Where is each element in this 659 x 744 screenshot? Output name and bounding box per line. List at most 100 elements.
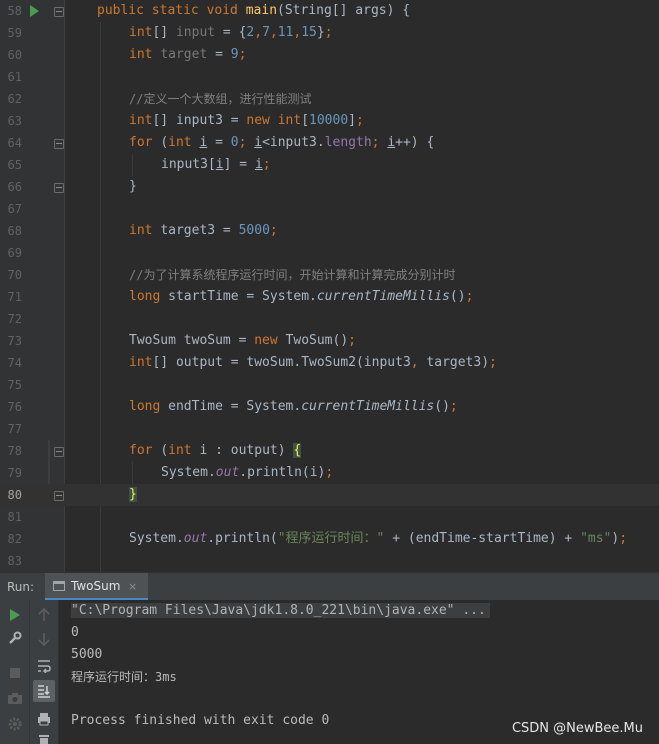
code-line-66[interactable]: 66 } (0, 176, 659, 198)
arrow-up-icon[interactable] (38, 608, 50, 622)
run-gutter-icon[interactable] (30, 5, 39, 17)
line-number: 67 (7, 202, 22, 216)
code-line-67[interactable]: 67 (0, 198, 659, 220)
code-line-69[interactable]: 69 (0, 242, 659, 264)
code-line-75[interactable]: 75 (0, 374, 659, 396)
code-text: int[] output = twoSum.TwoSum2(input3, ta… (129, 355, 497, 370)
code-text: long startTime = System.currentTimeMilli… (129, 289, 474, 304)
code-line-60[interactable]: 60 int target = 9; (0, 44, 659, 66)
camera-icon[interactable] (7, 692, 23, 705)
trash-icon[interactable] (38, 735, 50, 744)
code-line-79[interactable]: 79 System.out.println(i); (0, 462, 659, 484)
code-line-82[interactable]: 82 System.out.println("程序运行时间：" + (endTi… (0, 528, 659, 550)
line-number: 62 (7, 92, 22, 106)
code-line-59[interactable]: 59 int[] input = {2,7,11,15}; (0, 22, 659, 44)
code-line-62[interactable]: 62 //定义一个大数组，进行性能测试 (0, 88, 659, 110)
code-line-80[interactable]: 80 } (0, 484, 659, 506)
line-number: 69 (7, 246, 22, 260)
line-number: 73 (7, 334, 22, 348)
fold-icon[interactable] (54, 139, 64, 149)
settings-icon[interactable] (8, 717, 22, 731)
code-line-83[interactable]: 83 (0, 550, 659, 572)
code-text: System.out.println("程序运行时间：" + (endTime-… (129, 531, 628, 546)
line-number: 78 (7, 444, 22, 458)
soft-wrap-icon[interactable] (37, 659, 51, 673)
arrow-down-icon[interactable] (38, 632, 50, 646)
code-line-64[interactable]: 64 for (int i = 0; i<input3.length; i++)… (0, 132, 659, 154)
code-line-74[interactable]: 74 int[] output = twoSum.TwoSum2(input3,… (0, 352, 659, 374)
code-text: for (int i = 0; i<input3.length; i++) { (129, 135, 435, 150)
line-number: 66 (7, 180, 22, 194)
line-number: 75 (7, 378, 22, 392)
line-number: 76 (7, 400, 22, 414)
close-icon[interactable]: × (128, 573, 137, 600)
scroll-to-end-button[interactable] (33, 680, 55, 702)
console-exit-line: Process finished with exit code 0 (71, 713, 330, 728)
fold-icon[interactable] (54, 447, 64, 457)
fold-icon[interactable] (54, 491, 64, 501)
code-line-65[interactable]: 65 input3[i] = i; (0, 154, 659, 176)
code-text: public static void main(String[] args) { (97, 3, 411, 18)
console-output-line: 0 (71, 625, 79, 640)
code-editor[interactable]: 58 public static void main(String[] args… (0, 0, 659, 572)
code-line-61[interactable]: 61 (0, 66, 659, 88)
stop-icon[interactable] (9, 667, 21, 679)
code-line-71[interactable]: 71 long startTime = System.currentTimeMi… (0, 286, 659, 308)
code-line-63[interactable]: 63 int[] input3 = new int[10000]; (0, 110, 659, 132)
print-icon[interactable] (37, 712, 51, 726)
line-number: 82 (7, 532, 22, 546)
run-tool-window-header: Run: TwoSum × (0, 572, 659, 601)
code-text: TwoSum twoSum = new TwoSum(); (129, 333, 356, 348)
line-number: 65 (7, 158, 22, 172)
code-line-58[interactable]: 58 public static void main(String[] args… (0, 0, 659, 22)
code-text: int target3 = 5000; (129, 223, 278, 238)
line-number: 59 (7, 26, 22, 40)
line-number: 58 (7, 4, 22, 18)
fold-icon[interactable] (54, 183, 64, 193)
scroll-to-end-icon (38, 685, 50, 698)
wrench-icon[interactable] (8, 631, 22, 645)
code-line-68[interactable]: 68 int target3 = 5000; (0, 220, 659, 242)
line-number: 83 (7, 554, 22, 568)
watermark: CSDN @NewBee.Mu (511, 721, 643, 736)
line-number: 74 (7, 356, 22, 370)
code-text: int[] input3 = new int[10000]; (129, 113, 364, 128)
code-line-77[interactable]: 77 (0, 418, 659, 440)
code-text: int[] input = {2,7,11,15}; (129, 25, 333, 40)
code-text: System.out.println(i); (161, 465, 334, 480)
code-text: } (129, 179, 137, 194)
code-line-72[interactable]: 72 (0, 308, 659, 330)
run-toolbar-primary (0, 600, 30, 744)
run-tool-window: "C:\Program Files\Java\jdk1.8.0_221\bin\… (0, 600, 659, 744)
code-line-73[interactable]: 73 TwoSum twoSum = new TwoSum(); (0, 330, 659, 352)
line-number: 63 (7, 114, 22, 128)
line-number: 64 (7, 136, 22, 150)
line-number: 81 (7, 510, 22, 524)
line-number: 60 (7, 48, 22, 62)
line-number: 70 (7, 268, 22, 282)
run-tab-twosum[interactable]: TwoSum × (45, 573, 148, 600)
code-text: int target = 9; (129, 47, 247, 62)
console-command-line: "C:\Program Files\Java\jdk1.8.0_221\bin\… (71, 600, 490, 622)
line-number: 72 (7, 312, 22, 326)
line-number: 68 (7, 224, 22, 238)
code-text: input3[i] = i; (161, 157, 271, 172)
line-number: 61 (7, 70, 22, 84)
code-line-76[interactable]: 76 long endTime = System.currentTimeMill… (0, 396, 659, 418)
line-number: 77 (7, 422, 22, 436)
code-text: } (129, 487, 137, 502)
code-line-70[interactable]: 70 //为了计算系统程序运行时间，开始计算和计算完成分别计时 (0, 264, 659, 286)
code-comment: //定义一个大数组，进行性能测试 (129, 92, 312, 106)
code-line-78[interactable]: 78 for (int i : output) { (0, 440, 659, 462)
line-number: 71 (7, 290, 22, 304)
code-text: for (int i : output) { (129, 443, 302, 458)
fold-icon[interactable] (54, 7, 64, 17)
run-label: Run: (7, 580, 35, 594)
code-line-81[interactable]: 81 (0, 506, 659, 528)
console-output-line: 5000 (71, 647, 103, 662)
line-number: 80 (7, 488, 22, 502)
console-icon (53, 581, 65, 591)
console-output-line: 程序运行时间：3ms (71, 670, 177, 684)
rerun-icon[interactable] (9, 608, 21, 622)
run-toolbar-secondary (30, 600, 59, 744)
